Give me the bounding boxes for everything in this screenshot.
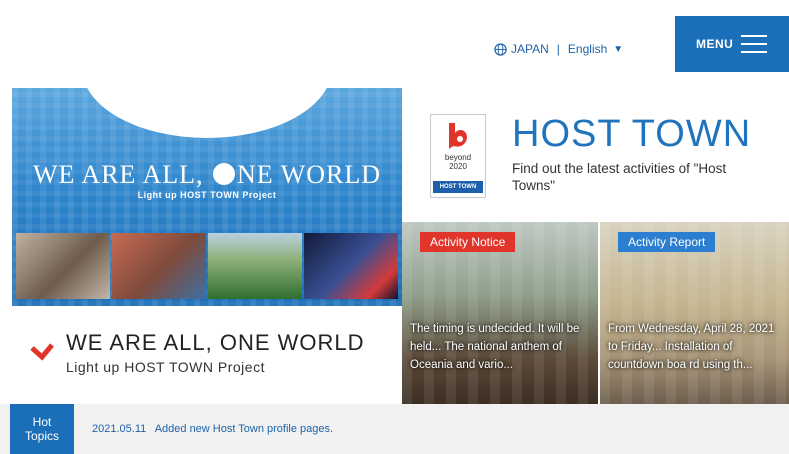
beyond-logo-mark bbox=[449, 123, 467, 149]
hero-photo bbox=[112, 233, 206, 299]
tagline-link[interactable]: WE ARE ALL, ONE WORLD Light up HOST TOWN… bbox=[30, 330, 365, 375]
tagline-subtitle: Light up HOST TOWN Project bbox=[66, 359, 265, 375]
tagline-title: WE ARE ALL, ONE WORLD bbox=[66, 330, 365, 355]
activity-notice-badge: Activity Notice bbox=[420, 232, 516, 252]
chevron-down-icon bbox=[30, 343, 54, 361]
host-town-title: HOST TOWN bbox=[512, 113, 752, 155]
activity-report-card[interactable]: Activity Report From Wednesday, April 28… bbox=[600, 222, 789, 404]
menu-label: MENU bbox=[696, 37, 734, 51]
activity-report-text: From Wednesday, April 28, 2021 to Friday… bbox=[608, 323, 775, 371]
hero-photo-strip bbox=[16, 233, 398, 299]
hero-photo bbox=[208, 233, 302, 299]
logo-band: HOST TOWN bbox=[433, 181, 483, 193]
hot-topics-label-line2: Topics bbox=[24, 429, 59, 443]
hot-topic-link[interactable]: 2021.05.11 Added new Host Town profile p… bbox=[92, 423, 333, 435]
hero-title: WE ARE ALL, NE WORLD bbox=[12, 160, 402, 190]
activity-notice-text: The timing is undecided. It will be held… bbox=[410, 323, 580, 371]
region-label[interactable]: JAPAN bbox=[511, 42, 549, 56]
logo-line2: 2020 bbox=[449, 162, 467, 171]
caret-down-icon[interactable]: ▼ bbox=[613, 44, 623, 55]
hamburger-icon bbox=[741, 35, 768, 53]
logo-text: beyond 2020 bbox=[445, 153, 471, 171]
tagline-text: WE ARE ALL, ONE WORLD Light up HOST TOWN… bbox=[66, 330, 365, 375]
hero-photo bbox=[16, 233, 110, 299]
hot-topic-date: 2021.05.11 bbox=[92, 423, 147, 435]
hero-title-part1: WE ARE ALL, bbox=[32, 160, 204, 189]
page: JAPAN | English ▼ MENU WE ARE ALL, NE WO… bbox=[0, 0, 789, 454]
hot-topic-text: Added new Host Town profile pages. bbox=[154, 423, 334, 435]
activity-report-badge: Activity Report bbox=[618, 232, 716, 252]
hero-title-part2: NE WORLD bbox=[237, 160, 382, 189]
host-town-description: Find out the latest activities of "Host … bbox=[512, 161, 727, 193]
language-selector[interactable]: JAPAN | English ▼ bbox=[494, 42, 623, 56]
hot-topics-label-line1: Hot bbox=[32, 415, 52, 429]
hero-photo bbox=[304, 233, 398, 299]
logo-line1: beyond bbox=[444, 153, 472, 162]
globe-icon bbox=[494, 42, 507, 56]
hot-topics-bar: Hot Topics 2021.05.11 Added new Host Tow… bbox=[0, 404, 789, 454]
hero-subtitle: Light up HOST TOWN Project bbox=[137, 190, 277, 200]
activity-notice-card[interactable]: Activity Notice The timing is undecided.… bbox=[402, 222, 598, 404]
hero-banner[interactable]: WE ARE ALL, NE WORLD Light up HOST TOWN … bbox=[12, 88, 402, 306]
language-label[interactable]: English bbox=[568, 42, 607, 56]
hero-o-circle bbox=[213, 163, 236, 185]
hot-topics-label: Hot Topics bbox=[10, 404, 74, 454]
beyond-2020-logo: beyond 2020 HOST TOWN bbox=[430, 114, 486, 198]
menu-button[interactable]: MENU bbox=[675, 16, 789, 72]
language-separator: | bbox=[556, 42, 560, 56]
